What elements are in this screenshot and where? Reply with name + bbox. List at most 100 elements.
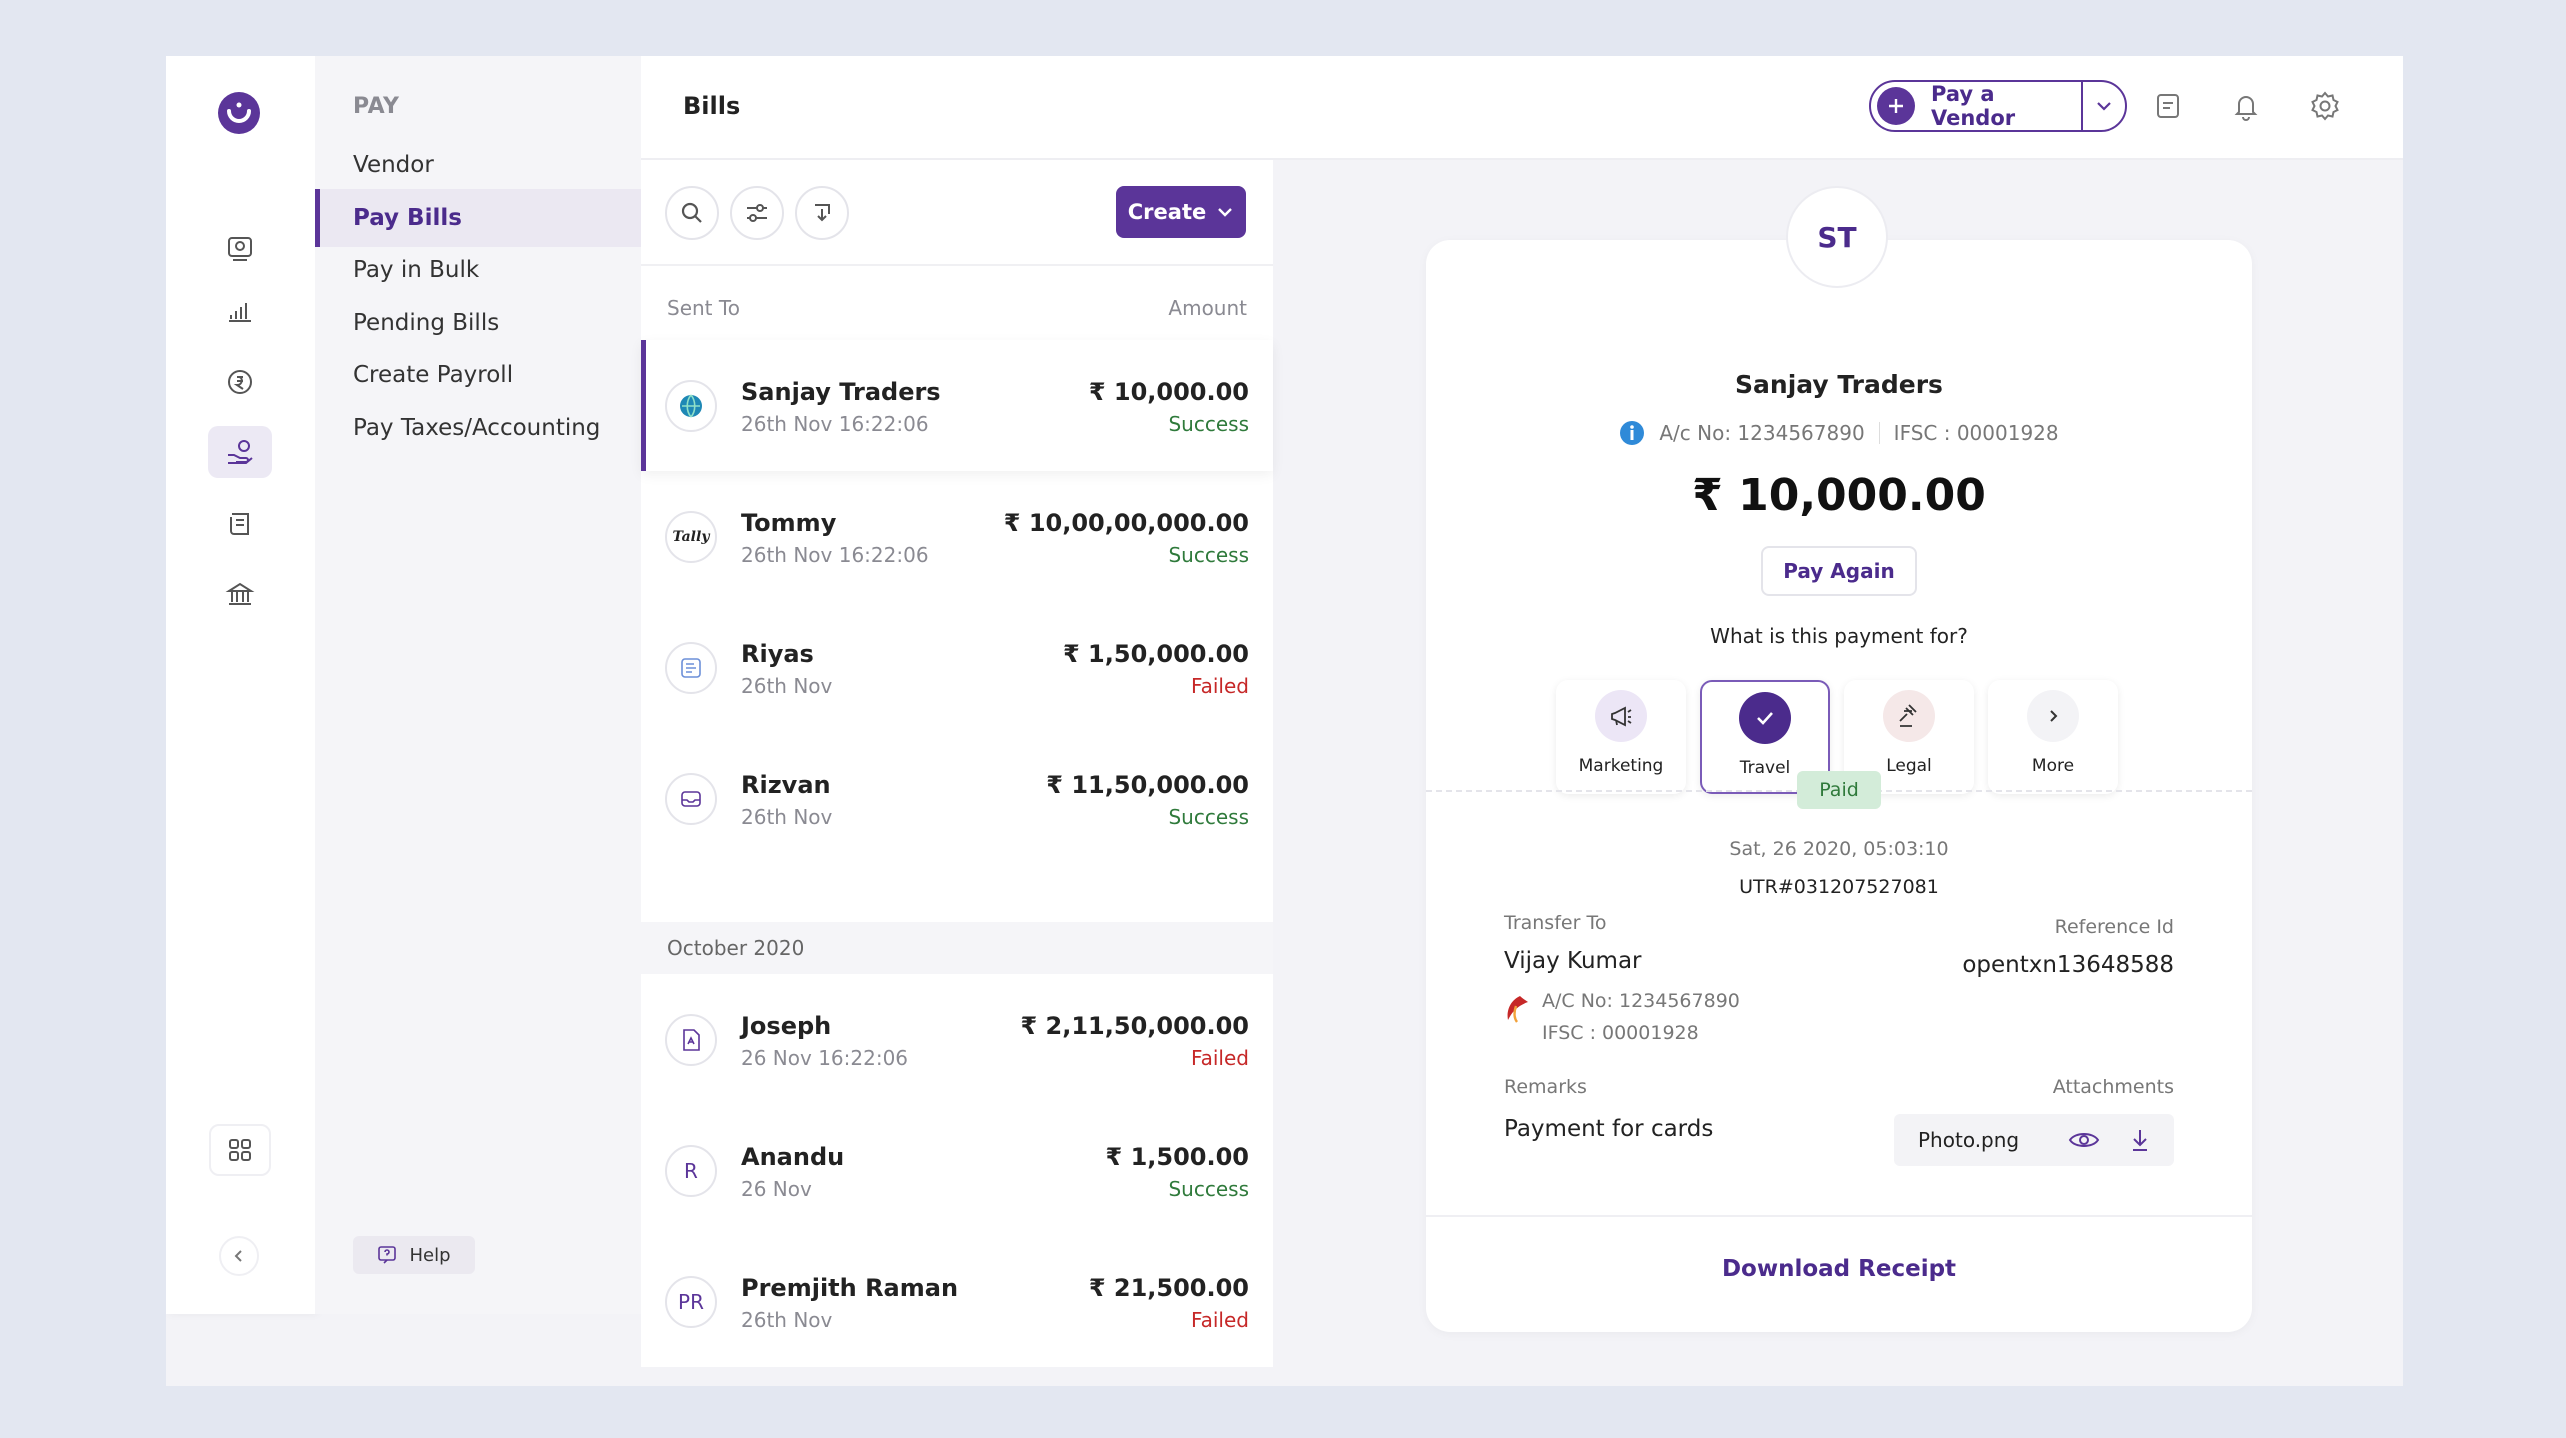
settings-gear-icon[interactable]: [2305, 86, 2345, 126]
menu-item-pay-in-bulk[interactable]: Pay in Bulk: [315, 241, 641, 299]
payment-amount: ₹ 10,000.00: [1692, 470, 1986, 521]
inbox-icon: [681, 791, 701, 807]
help-button[interactable]: Help: [353, 1236, 475, 1274]
recipient-account-info: A/c No: 1234567890 IFSC : 00001928: [1426, 420, 2252, 446]
purpose-label: Travel: [1739, 758, 1791, 778]
bill-amount: ₹ 10,00,00,000.00: [1003, 509, 1249, 537]
download-icon[interactable]: [2130, 1128, 2150, 1152]
transfer-to-name: Vijay Kumar: [1504, 948, 1642, 974]
month-separator: October 2020: [641, 922, 1273, 974]
collapse-sidebar-button[interactable]: [219, 1236, 259, 1276]
column-header-sent-to: Sent To: [667, 296, 740, 320]
search-icon: [681, 202, 702, 223]
vendor-logo-avatar: [665, 380, 717, 432]
bank-logo-icon: [1507, 996, 1528, 1023]
bill-status: Success: [1168, 1177, 1249, 1201]
help-icon: [378, 1246, 397, 1264]
transfer-account-number: A/C No: 1234567890: [1542, 990, 1740, 1012]
list-toolbar: Create: [641, 160, 1273, 266]
purpose-option-more[interactable]: More: [1988, 680, 2118, 794]
download-tray-icon: [815, 204, 830, 222]
bill-row[interactable]: Riyas 26th Nov ₹ 1,50,000.00 Failed: [641, 602, 1273, 733]
purpose-label: More: [2031, 756, 2075, 776]
bill-date: 26th Nov: [741, 1308, 833, 1332]
search-button[interactable]: [665, 186, 719, 240]
bill-row[interactable]: Tally Tommy 26th Nov 16:22:06 ₹ 10,00,00…: [641, 471, 1273, 602]
bill-amount: ₹ 2,11,50,000.00: [1020, 1012, 1249, 1040]
brand-logo[interactable]: [217, 91, 261, 135]
download-receipt-button[interactable]: Download Receipt: [1426, 1256, 2252, 1282]
bill-date: 26th Nov: [741, 674, 833, 698]
pay-vendor-button[interactable]: Pay a Vendor: [1869, 80, 2127, 132]
menu-item-create-payroll[interactable]: Create Payroll: [315, 346, 641, 404]
apps-grid-icon[interactable]: [209, 1124, 271, 1176]
vendor-logo-avatar: [665, 1014, 717, 1066]
export-button[interactable]: [795, 186, 849, 240]
bill-amount: ₹ 21,500.00: [1088, 1274, 1249, 1302]
create-label: Create: [1127, 200, 1207, 224]
rail-bills-icon[interactable]: [208, 498, 272, 550]
purpose-option-marketing[interactable]: Marketing: [1556, 680, 1686, 794]
divider: [1878, 422, 1880, 444]
top-bar: Bills Pay a Vendor: [641, 56, 2403, 160]
rail-bank-icon[interactable]: [208, 568, 272, 620]
menu-heading: PAY: [353, 94, 400, 119]
vendor-logo-avatar: Tally: [665, 511, 717, 563]
vendor-name: Riyas: [741, 640, 814, 668]
rail-payments-icon[interactable]: [208, 356, 272, 408]
rail-pay-icon[interactable]: [208, 426, 272, 478]
chevron-down-icon: [2097, 102, 2111, 111]
pay-vendor-dropdown[interactable]: [2083, 82, 2125, 130]
remarks-label: Remarks: [1504, 1076, 1587, 1098]
file-icon: [683, 1029, 700, 1051]
menu-item-pay-bills[interactable]: Pay Bills: [315, 189, 641, 247]
eye-icon[interactable]: [2068, 1129, 2100, 1151]
app-window: PAY Vendor Pay Bills Pay in Bulk Pending…: [166, 56, 2403, 1386]
bill-row[interactable]: Joseph 26 Nov 16:22:06 ₹ 2,11,50,000.00 …: [641, 974, 1273, 1105]
bill-date: 26 Nov: [741, 1177, 812, 1201]
bill-amount: ₹ 1,500.00: [1105, 1143, 1249, 1171]
bill-row[interactable]: Rizvan 26th Nov ₹ 11,50,000.00 Success: [641, 733, 1273, 864]
pay-menu: PAY Vendor Pay Bills Pay in Bulk Pending…: [315, 56, 641, 1314]
bill-date: 26th Nov 16:22:06: [741, 543, 929, 567]
bills-list-panel: Create Sent To Amount Sanjay Traders 26t…: [641, 160, 1273, 1367]
vendor-logo-avatar: [665, 642, 717, 694]
vendor-initials-avatar: PR: [665, 1276, 717, 1328]
notification-bell-icon[interactable]: [2226, 86, 2266, 126]
utr-number: UTR#031207527081: [1739, 876, 1939, 898]
bill-row[interactable]: Sanjay Traders 26th Nov 16:22:06 ₹ 10,00…: [641, 340, 1273, 471]
sliders-icon: [747, 204, 767, 222]
create-button[interactable]: Create: [1116, 186, 1246, 238]
remarks-value: Payment for cards: [1504, 1116, 1714, 1142]
vendor-name: Rizvan: [741, 771, 831, 799]
menu-item-pay-taxes[interactable]: Pay Taxes/Accounting: [315, 399, 641, 457]
chevron-left-icon: [234, 1250, 242, 1262]
purpose-label: Legal: [1886, 756, 1932, 776]
rail-analytics-icon[interactable]: [208, 284, 272, 336]
status-badge: Paid: [1797, 771, 1881, 809]
vendor-name: Sanjay Traders: [741, 378, 941, 406]
document-icon: [681, 658, 701, 678]
account-number: A/c No: 1234567890: [1659, 421, 1865, 445]
gavel-icon: [1883, 690, 1935, 742]
bill-row[interactable]: R Anandu 26 Nov ₹ 1,500.00 Success: [641, 1105, 1273, 1236]
menu-item-vendor[interactable]: Vendor: [315, 136, 641, 194]
menu-item-pending-bills[interactable]: Pending Bills: [315, 294, 641, 352]
icon-rail: [166, 56, 315, 1314]
rail-dashboard-icon[interactable]: [208, 222, 272, 274]
transfer-ifsc: IFSC : 00001928: [1542, 1022, 1699, 1044]
filter-button[interactable]: [730, 186, 784, 240]
bill-date: 26th Nov 16:22:06: [741, 412, 929, 436]
page-title: Bills: [683, 92, 741, 120]
vendor-initials-avatar: R: [665, 1145, 717, 1197]
check-icon: [1739, 692, 1791, 744]
bill-row[interactable]: PR Premjith Raman 26th Nov ₹ 21,500.00 F…: [641, 1236, 1273, 1367]
help-label: Help: [409, 1244, 451, 1266]
purpose-label: Marketing: [1578, 756, 1664, 776]
tally-logo-text: Tally: [672, 529, 710, 545]
notes-icon[interactable]: [2148, 86, 2188, 126]
recipient-initials-avatar: ST: [1786, 186, 1888, 288]
column-header-amount: Amount: [1168, 296, 1247, 320]
pay-again-button[interactable]: Pay Again: [1761, 546, 1917, 596]
attachment-chip: Photo.png: [1894, 1114, 2174, 1166]
